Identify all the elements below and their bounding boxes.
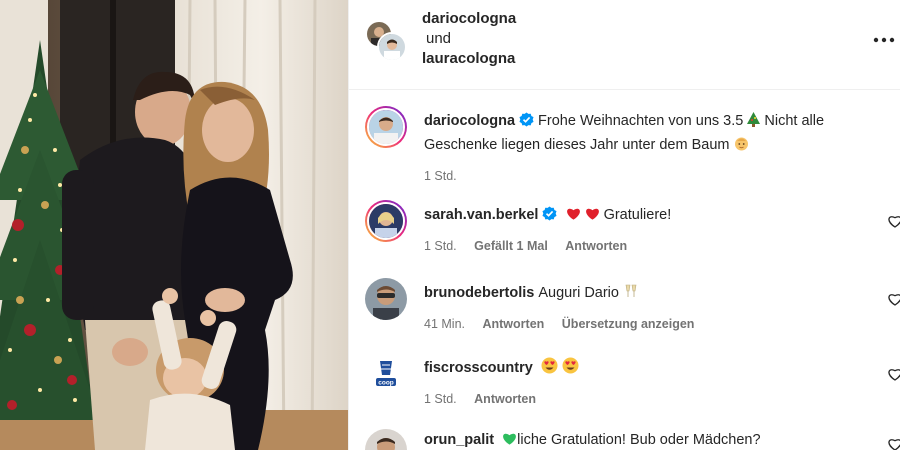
author-username-2[interactable]: lauracologna [422,49,516,69]
comment-avatar[interactable]: coop [365,353,407,395]
more-options-icon[interactable] [873,30,897,50]
avatar-lauracologna[interactable] [377,32,407,62]
caption-username[interactable]: dariocologna [424,113,515,129]
heart-eyes-emoji [562,357,579,381]
comment-username[interactable]: fiscrosscountry [424,360,533,376]
comment-time[interactable]: 1 Std. [424,239,457,253]
like-heart-icon[interactable] [887,291,900,307]
like-heart-icon[interactable] [887,213,900,229]
comment-body: sarah.van.berkel Gratuliere! 1 Std. Gefä… [424,204,874,254]
caption-avatar[interactable] [365,106,407,148]
caption-body: dariocologna Frohe Weihnachten von uns 3.… [424,110,874,184]
comment-meta: 1 Std. Gefällt 1 Mal Antworten [424,238,874,254]
author-connector: und [426,30,452,47]
comment-time[interactable]: 41 Min. [424,317,465,331]
comment-meta: 41 Min. Antworten Übersetzung anzeigen [424,316,874,332]
comment-meta: 1 Std. Antworten [424,391,874,407]
collab-avatars[interactable] [365,20,407,62]
comment-username[interactable]: brunodebertolis [424,285,534,301]
comment-avatar[interactable] [365,200,407,242]
coop-logo-text: coop [378,380,394,387]
reply-button[interactable]: Antworten [565,239,627,253]
caption-text-1: Frohe Weihnachten von uns 3.5 [538,113,744,129]
comment-text: Auguri Dario [538,285,619,301]
baby-emoji [734,136,749,158]
green-heart-emoji [502,431,517,450]
like-heart-icon[interactable] [887,436,900,450]
comment-body: fiscrosscountry 1 Std. Antworten [424,357,874,407]
author-username-1[interactable]: dariocologna [422,9,516,29]
post-header: dariocologna und lauracologna [349,0,900,90]
comment-likes[interactable]: Gefällt 1 Mal [474,239,548,253]
reply-button[interactable]: Antworten [474,392,536,406]
comment-text: liche Gratulation! Bub oder Mädchen? [517,432,761,448]
christmas-tree-emoji [747,112,761,134]
post-photo[interactable] [0,0,348,450]
comment-text: Gratuliere! [603,207,672,223]
comment-time[interactable]: 1 Std. [424,392,457,406]
comment-username[interactable]: orun_palit [424,432,494,448]
post-authors: dariocologna und lauracologna [422,9,516,69]
comment-avatar[interactable] [365,278,407,320]
red-heart-emoji [566,206,581,228]
caption-meta: 1 Std. [424,168,874,184]
verified-badge-icon [519,112,534,127]
comment-avatar[interactable] [365,429,407,450]
verified-badge-icon [542,206,557,221]
comment-username[interactable]: sarah.van.berkel [424,207,538,223]
translate-button[interactable]: Übersetzung anzeigen [562,317,695,331]
heart-eyes-emoji [541,357,558,381]
reply-button[interactable]: Antworten [482,317,544,331]
comment-body: brunodebertolis Auguri Dario 41 Min. Antw… [424,282,874,332]
family-christmas-photo [0,0,348,450]
like-heart-icon[interactable] [887,366,900,382]
post-side-panel: dariocologna und lauracologna dariocolog… [349,0,900,450]
caption-time[interactable]: 1 Std. [424,169,457,183]
red-heart-emoji [585,206,600,228]
champagne-glasses-emoji [623,284,639,306]
comment-body: orun_palit liche Gratulation! Bub oder M… [424,429,874,450]
